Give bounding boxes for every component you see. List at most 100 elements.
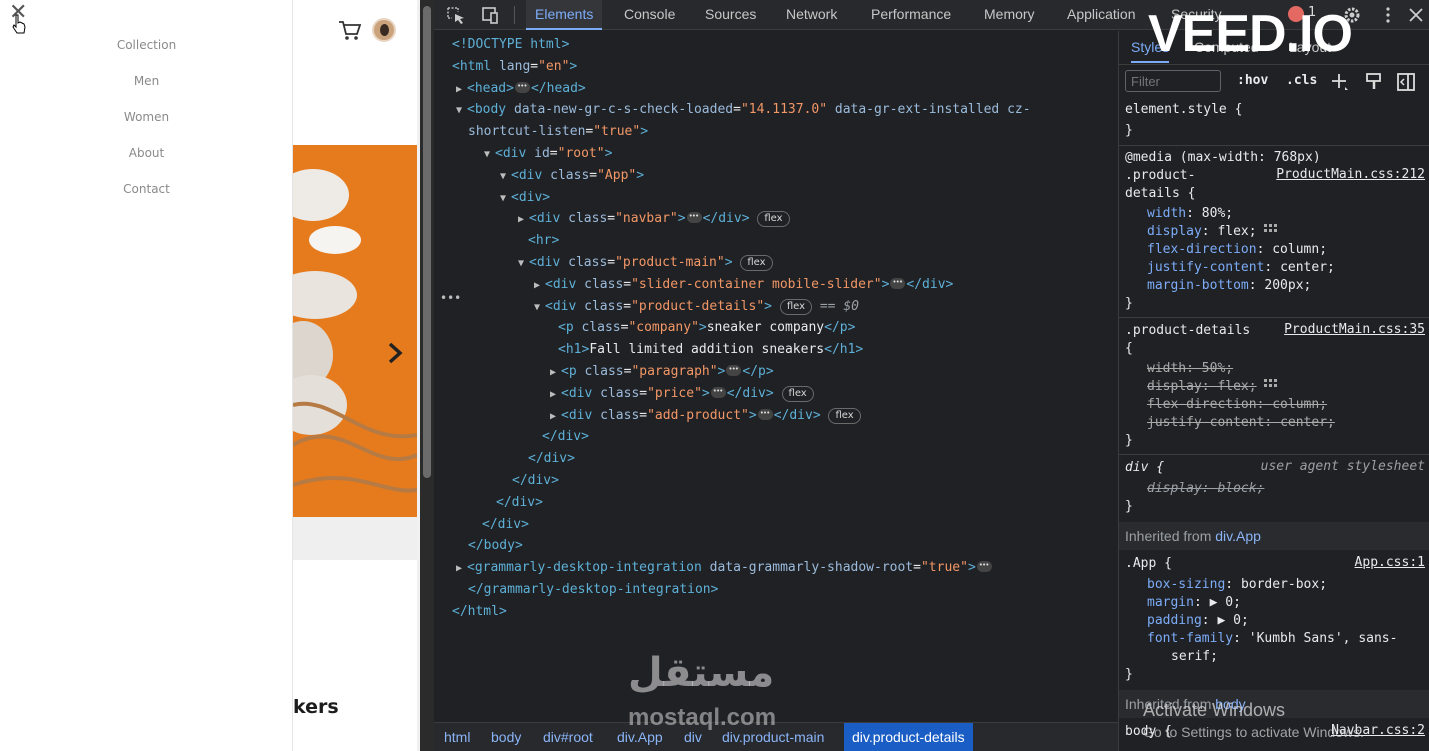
dom-node[interactable]: ▼ <div> (500, 187, 550, 209)
css-declaration[interactable]: margin: ▶ 0; (1147, 594, 1241, 612)
dom-node[interactable]: </div> (512, 470, 559, 492)
rule2-selector[interactable]: .product-details (1125, 322, 1250, 340)
dom-node[interactable]: ▼ <div class="product-main"> flex (518, 252, 773, 274)
crumb-body[interactable]: body (489, 723, 523, 751)
app-selector[interactable]: .App { (1125, 555, 1172, 573)
rule1-source-link[interactable]: ProductMain.css:212 (1276, 167, 1425, 182)
cart-icon[interactable] (338, 20, 362, 42)
hand-cursor-icon (12, 14, 26, 34)
dom-node[interactable]: ▼ <div id="root"> (484, 143, 612, 165)
product-heading-partial: kers (293, 696, 339, 718)
devtools-splitter-scrollbar[interactable] (420, 0, 434, 751)
toggle-sidebar-icon[interactable] (1395, 71, 1417, 93)
css-declaration[interactable]: width: 80%; (1147, 205, 1233, 223)
dom-node[interactable]: ▶ <grammarly-desktop-integration data-gra… (456, 555, 993, 579)
rule1-selector-a[interactable]: .product- (1125, 167, 1195, 185)
css-declaration[interactable]: display: flex; (1147, 378, 1279, 396)
dom-node[interactable]: </div> (496, 492, 543, 514)
inspect-element-icon[interactable] (446, 6, 466, 24)
paint-brush-icon[interactable] (1363, 71, 1385, 93)
nav-item-women[interactable]: Women (0, 109, 293, 145)
flexbox-editor-icon (1264, 224, 1279, 236)
dom-node[interactable]: </div> (528, 448, 575, 470)
css-declaration[interactable]: font-family: 'Kumbh Sans', sans- (1147, 630, 1397, 648)
flexbox-editor-icon (1264, 379, 1279, 391)
dom-node[interactable]: shortcut-listen="true"> (468, 121, 648, 143)
hover-state-toggle[interactable]: :hov (1237, 73, 1268, 88)
avatar[interactable] (372, 18, 396, 42)
class-toggle[interactable]: .cls (1286, 73, 1317, 88)
dom-node[interactable]: ▶<div class="price"></div> flex (550, 381, 814, 405)
css-declaration[interactable]: box-sizing: border-box; (1147, 576, 1327, 594)
flex-badge: flex (779, 298, 813, 315)
tab-memory[interactable]: Memory (984, 0, 1035, 30)
dom-node-menu-icon[interactable]: ••• (440, 291, 461, 305)
expand-triangle-icon: ▶ (456, 563, 463, 575)
nav-item-collection[interactable]: Collection (0, 37, 293, 73)
dom-node[interactable]: ▼ <div class="App"> (500, 165, 644, 187)
ellipsis-icon (686, 206, 702, 228)
crumb-html[interactable]: html (442, 723, 472, 751)
dom-node-selected[interactable]: ▼ <div class="product-details"> flex == $… (534, 296, 859, 318)
dom-node[interactable]: ▼ <body data-new-gr-c-s-check-loaded="14.… (456, 99, 1031, 121)
chevron-right-icon[interactable] (384, 340, 406, 366)
styles-filter-input[interactable] (1125, 70, 1221, 92)
dom-node[interactable]: ▶<p class="paragraph"></p> (550, 359, 774, 383)
dom-node[interactable]: ▶<head></head> (456, 76, 586, 100)
dom-tree: <!DOCTYPE html><html lang="en">▶<head></… (434, 31, 1118, 721)
css-declaration[interactable]: justify-content: center; (1147, 414, 1335, 432)
css-declaration[interactable]: flex-direction: column; (1147, 241, 1327, 259)
page-preview: ✕ Collection Men Women About Contact ker… (0, 0, 420, 751)
css-declaration[interactable]: flex-direction: column; (1147, 396, 1327, 414)
dom-node[interactable]: <hr> (528, 230, 559, 252)
new-style-rule-icon[interactable] (1329, 71, 1351, 93)
dom-node[interactable]: </div> (542, 426, 589, 448)
inherited-app-link[interactable]: div.App (1215, 528, 1261, 544)
nav-item-contact[interactable]: Contact (0, 181, 293, 217)
dom-node[interactable]: <!DOCTYPE html> (452, 34, 569, 56)
collapse-triangle-icon: ▼ (484, 149, 491, 160)
dom-node[interactable]: <html lang="en"> (452, 56, 577, 78)
nav-item-about[interactable]: About (0, 145, 293, 181)
dom-node[interactable]: <h1>Fall limited addition sneakers</h1> (558, 339, 863, 361)
dom-node[interactable]: ▶<div class="add-product"></div> flex (550, 403, 861, 427)
crumb-div-product-details[interactable]: div.product-details (844, 723, 973, 751)
dom-node[interactable]: </html> (452, 601, 507, 623)
dom-node[interactable]: </div> (482, 514, 529, 536)
nav-item-men[interactable]: Men (0, 73, 293, 109)
tab-console[interactable]: Console (624, 0, 675, 30)
dom-node[interactable]: ▶ <div class="slider-container mobile-sli… (534, 272, 953, 296)
flex-badge: flex (740, 255, 773, 271)
element-style-close: } (1125, 123, 1133, 138)
tab-elements[interactable]: Elements (526, 0, 603, 30)
css-declaration[interactable]: justify-content: center; (1147, 259, 1335, 277)
dom-node[interactable]: <p class="company">sneaker company</p> (558, 317, 855, 339)
device-toggle-icon[interactable] (480, 6, 500, 24)
dom-node[interactable]: </body> (468, 535, 523, 557)
css-declaration[interactable]: width: 50%; (1147, 360, 1233, 378)
tab-network[interactable]: Network (786, 0, 837, 30)
collapse-triangle-icon: ▼ (534, 301, 541, 313)
app-source-link[interactable]: App.css:1 (1355, 555, 1425, 570)
tab-sources[interactable]: Sources (705, 0, 756, 30)
mostaql-watermark: مستقل (628, 650, 775, 696)
dom-node[interactable]: </grammarly-desktop-integration> (468, 579, 718, 601)
css-declaration[interactable]: margin-bottom: 200px; (1147, 277, 1311, 295)
ua-close: } (1125, 499, 1133, 514)
expand-triangle-icon: ▶ (456, 83, 463, 95)
tab-application[interactable]: Application (1067, 0, 1136, 30)
crumb-div-root[interactable]: div#root (541, 723, 595, 751)
dom-node[interactable]: ▶<div class="navbar"></div> flex (518, 206, 790, 230)
rule2-source-link[interactable]: ProductMain.css:35 (1284, 322, 1425, 337)
css-declaration[interactable]: padding: ▶ 0; (1147, 612, 1249, 630)
rule1-selector-b[interactable]: details { (1125, 185, 1195, 203)
more-options-icon[interactable] (1378, 6, 1398, 24)
activate-windows-title: Activate Windows (1143, 700, 1286, 720)
element-style-selector[interactable]: element.style { (1125, 101, 1242, 119)
close-devtools-icon[interactable] (1406, 6, 1426, 24)
css-declaration[interactable]: display: flex; (1147, 223, 1279, 241)
flex-badge: flex (757, 211, 790, 228)
ellipsis-icon (890, 272, 906, 294)
tab-performance[interactable]: Performance (871, 0, 951, 30)
collapse-triangle-icon: ▼ (518, 258, 525, 269)
